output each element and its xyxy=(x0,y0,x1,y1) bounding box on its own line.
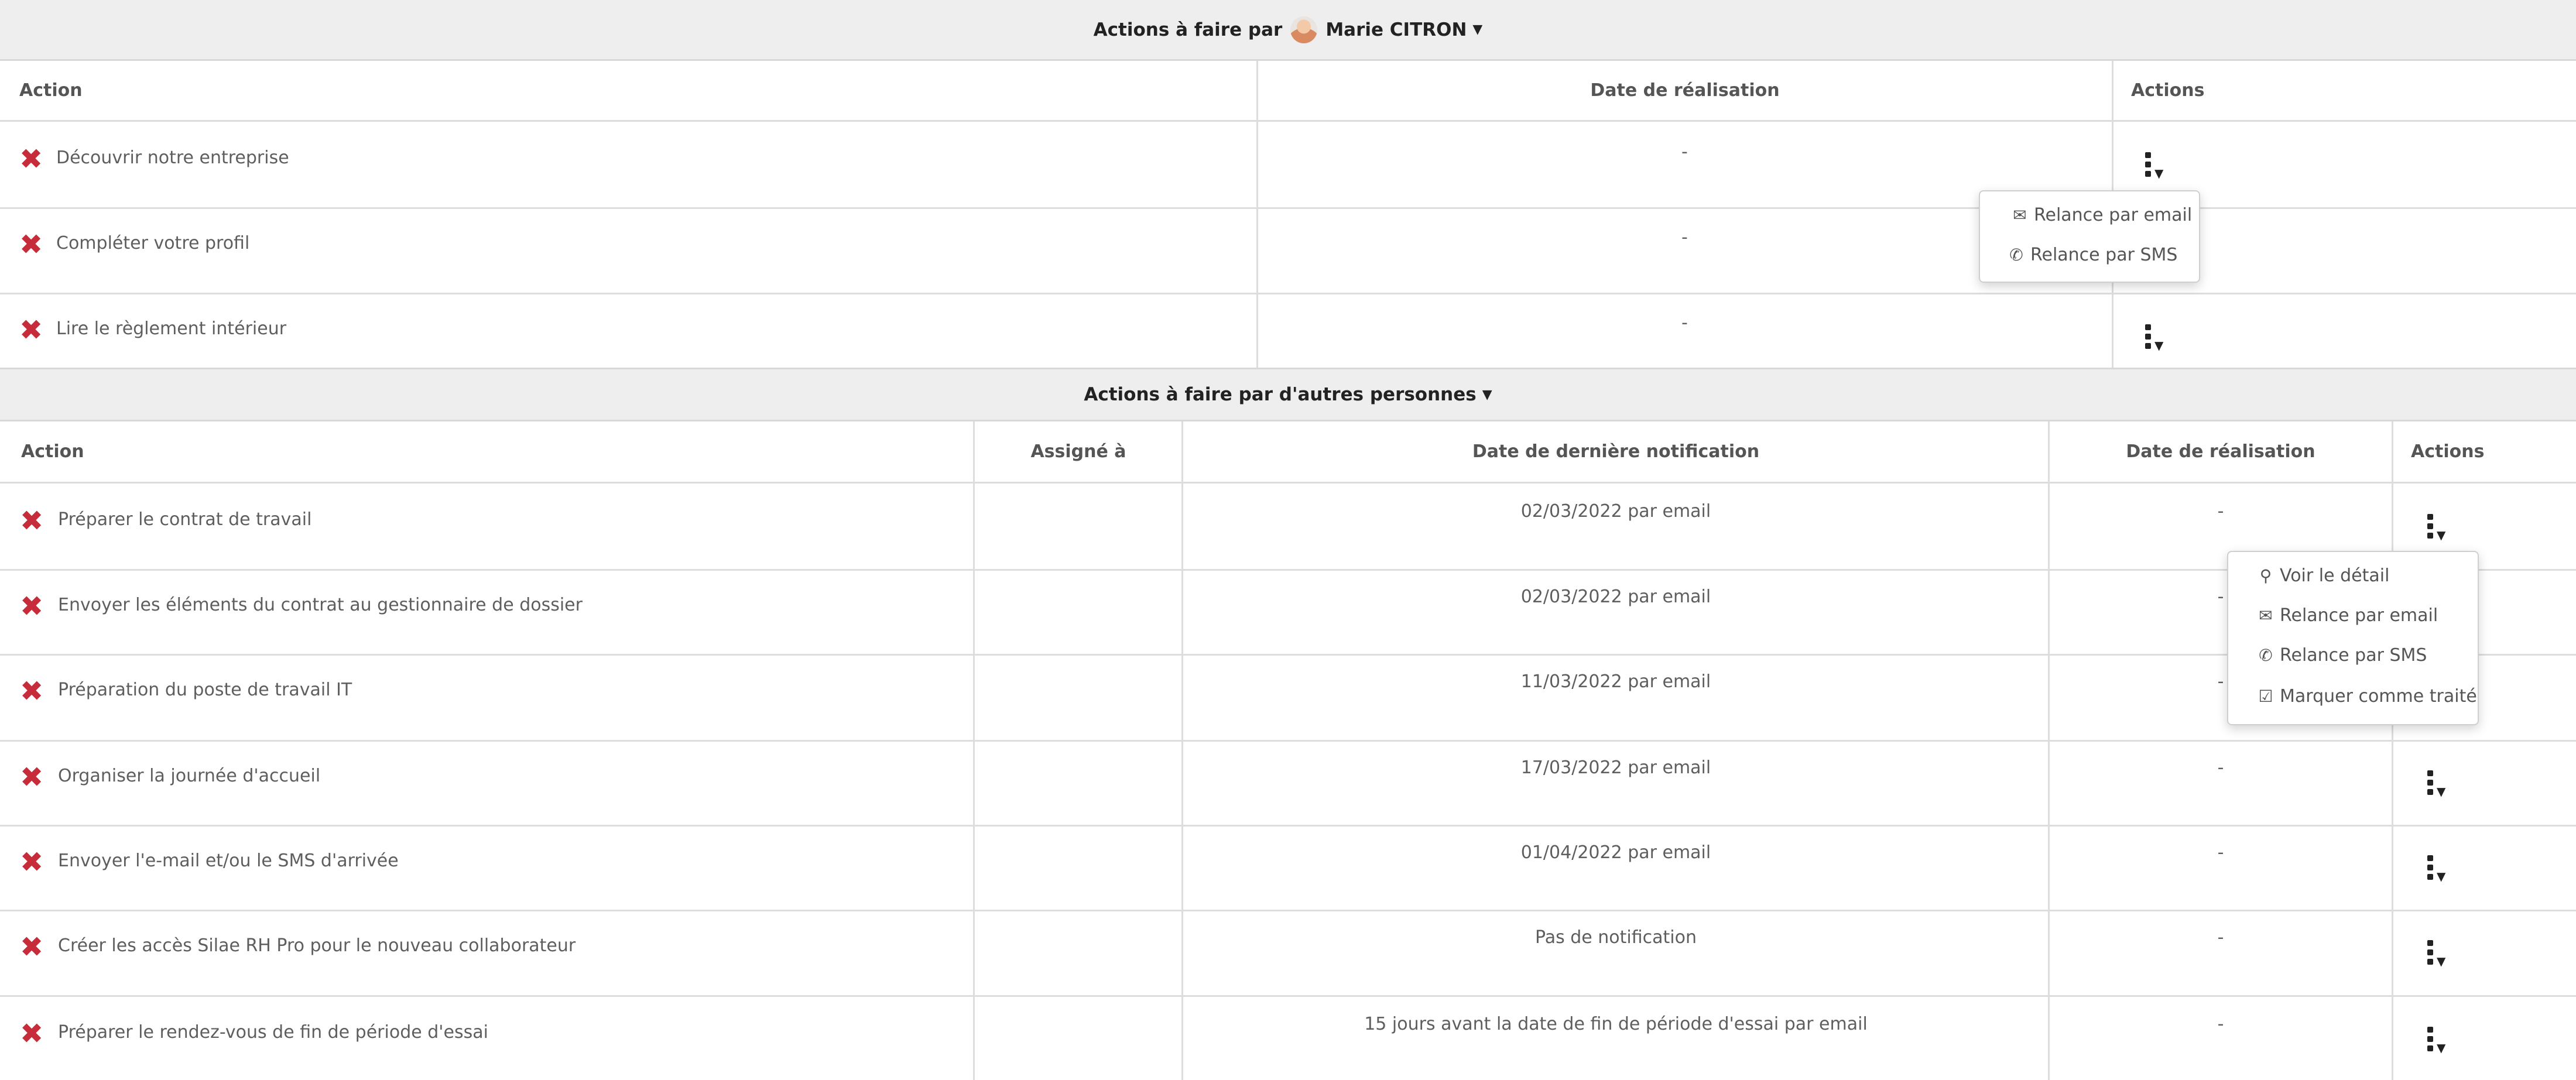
table-row: ✖ Préparer le contrat de travail 02/03/2… xyxy=(0,484,2576,569)
column-header-actions: Actions xyxy=(2112,61,2576,122)
menu-item-view-detail[interactable]: ⚲ Voir le détail xyxy=(2228,563,2478,588)
action-label[interactable]: Préparer le rendez-vous de fin de périod… xyxy=(58,1022,488,1043)
action-label[interactable]: Lire le règlement intérieur xyxy=(56,318,286,339)
row-actions-button[interactable]: ▼ xyxy=(2427,770,2445,798)
row-actions-button[interactable]: ▼ xyxy=(2427,514,2445,542)
table-row: ✖ Créer les accès Silae RH Pro pour le n… xyxy=(0,910,2576,995)
phone-icon: ✆ xyxy=(2259,645,2273,665)
menu-item-email-reminder[interactable]: ✉ Relance par email xyxy=(1980,202,2199,228)
avatar xyxy=(1290,16,1318,43)
row-actions-button[interactable]: ▼ xyxy=(2427,940,2445,968)
action-label[interactable]: Préparer le contrat de travail xyxy=(58,509,311,530)
kebab-icon xyxy=(2427,855,2433,880)
chevron-down-icon: ▼ xyxy=(1482,387,1492,402)
last-notification: 17/03/2022 par email xyxy=(1520,757,1711,778)
close-icon: ✖ xyxy=(20,675,44,708)
completion-date: - xyxy=(1681,142,1688,162)
row-actions-menu: ⚲ Voir le détail ✉ Relance par email ✆ R… xyxy=(2227,551,2479,725)
column-header-date: Date de réalisation xyxy=(1258,61,2112,122)
close-icon: ✖ xyxy=(20,761,44,794)
chevron-down-icon: ▼ xyxy=(2437,954,2446,968)
row-actions-button[interactable]: ▼ xyxy=(2427,855,2445,883)
chevron-down-icon: ▼ xyxy=(2437,528,2446,542)
last-notification: 11/03/2022 par email xyxy=(1520,671,1711,692)
close-icon: ✖ xyxy=(20,846,44,879)
table-row: ✖ Envoyer les éléments du contrat au ges… xyxy=(0,569,2576,654)
last-notification: 01/04/2022 par email xyxy=(1520,842,1711,863)
section-title: Actions à faire par d'autres personnes xyxy=(1084,384,1477,405)
action-label[interactable]: Envoyer l'e-mail et/ou le SMS d'arrivée xyxy=(58,851,399,871)
user-name: Marie CITRON xyxy=(1325,19,1467,40)
chevron-down-icon: ▼ xyxy=(2154,338,2164,352)
kebab-icon xyxy=(2427,514,2433,539)
menu-item-mark-done[interactable]: ☑ Marquer comme traité xyxy=(2228,683,2478,709)
action-label[interactable]: Créer les accès Silae RH Pro pour le nou… xyxy=(58,935,576,956)
close-icon: ✖ xyxy=(20,505,44,537)
check-square-icon: ☑ xyxy=(2258,686,2273,706)
completion-date: - xyxy=(2217,1014,2224,1034)
close-icon: ✖ xyxy=(20,1017,44,1050)
chevron-down-icon: ▼ xyxy=(2437,1041,2446,1055)
row-actions-menu: ✉ Relance par email ✆ Relance par SMS xyxy=(1979,190,2200,283)
section-header-mine[interactable]: Actions à faire par Marie CITRON ▼ xyxy=(0,0,2576,61)
table-row: ✖ Lire le règlement intérieur - ▼ xyxy=(0,293,2576,368)
completion-date: - xyxy=(2217,501,2224,522)
column-header-assigned: Assigné à xyxy=(974,421,1183,484)
last-notification: 02/03/2022 par email xyxy=(1520,587,1711,607)
close-icon: ✖ xyxy=(20,931,44,964)
column-header-action: Action xyxy=(0,61,1258,122)
row-actions-button[interactable]: ▼ xyxy=(2145,324,2163,352)
envelope-icon: ✉ xyxy=(2259,605,2273,625)
completion-date: - xyxy=(1681,313,1688,333)
close-icon: ✖ xyxy=(19,314,43,347)
close-icon: ✖ xyxy=(19,228,43,261)
last-notification: 15 jours avant la date de fin de période… xyxy=(1364,1014,1868,1034)
section-title: Actions à faire par xyxy=(1093,19,1283,40)
completion-date: - xyxy=(1681,227,1688,248)
search-icon: ⚲ xyxy=(2259,565,2272,585)
column-header-date: Date de réalisation xyxy=(2049,421,2392,484)
table-row: ✖ Préparation du poste de travail IT 11/… xyxy=(0,654,2576,740)
section-header-others[interactable]: Actions à faire par d'autres personnes ▼ xyxy=(0,368,2576,421)
kebab-icon xyxy=(2427,1027,2433,1051)
row-actions-button[interactable]: ▼ xyxy=(2427,1027,2445,1055)
chevron-down-icon: ▼ xyxy=(2437,869,2446,883)
completion-date: - xyxy=(2217,842,2224,863)
menu-item-sms-reminder[interactable]: ✆ Relance par SMS xyxy=(1980,242,2199,268)
envelope-icon: ✉ xyxy=(2013,205,2027,225)
kebab-icon xyxy=(2145,324,2151,349)
column-header-last-notification: Date de dernière notification xyxy=(1183,421,2049,484)
kebab-icon xyxy=(2427,770,2433,795)
close-icon: ✖ xyxy=(20,590,44,623)
kebab-icon xyxy=(2145,152,2151,177)
action-label[interactable]: Préparation du poste de travail IT xyxy=(58,680,352,700)
action-label[interactable]: Envoyer les éléments du contrat au gesti… xyxy=(58,595,583,615)
chevron-down-icon: ▼ xyxy=(2154,166,2164,180)
phone-icon: ✆ xyxy=(2009,245,2023,265)
action-label[interactable]: Organiser la journée d'accueil xyxy=(58,766,320,786)
table-row: ✖ Envoyer l'e-mail et/ou le SMS d'arrivé… xyxy=(0,825,2576,910)
last-notification: 02/03/2022 par email xyxy=(1520,501,1711,522)
action-label[interactable]: Compléter votre profil xyxy=(56,233,249,253)
table-row: ✖ Organiser la journée d'accueil 17/03/2… xyxy=(0,740,2576,825)
row-actions-button[interactable]: ▼ xyxy=(2145,152,2163,180)
last-notification: Pas de notification xyxy=(1534,927,1697,948)
close-icon: ✖ xyxy=(19,143,43,176)
completion-date: - xyxy=(2217,927,2224,948)
completion-date: - xyxy=(2217,757,2224,778)
column-header-actions: Actions xyxy=(2392,421,2576,484)
chevron-down-icon: ▼ xyxy=(2437,784,2446,798)
action-label[interactable]: Découvrir notre entreprise xyxy=(56,148,289,168)
table-row: ✖ Préparer le rendez-vous de fin de péri… xyxy=(0,995,2576,1080)
kebab-icon xyxy=(2427,940,2433,965)
column-header-action: Action xyxy=(0,421,974,484)
menu-item-email-reminder[interactable]: ✉ Relance par email xyxy=(2228,602,2478,628)
menu-item-sms-reminder[interactable]: ✆ Relance par SMS xyxy=(2228,642,2478,668)
chevron-down-icon: ▼ xyxy=(1472,22,1483,37)
